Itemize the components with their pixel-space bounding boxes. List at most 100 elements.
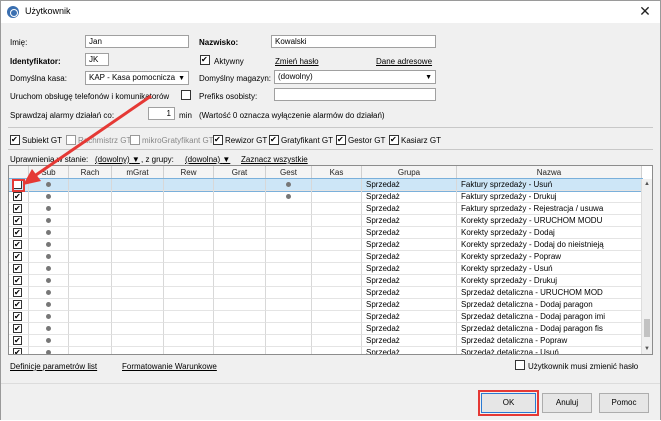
definicje-link[interactable]: Definicje parametrów list [10, 362, 97, 371]
aktywny-checkbox[interactable] [200, 55, 210, 65]
zmien-haslo-link[interactable]: Zmień hasło [275, 57, 319, 66]
zaznacz-wszystkie-link[interactable]: Zaznacz wszystkie [241, 155, 308, 164]
empty-cell [214, 179, 266, 191]
grupa-dropdown[interactable]: (dowolna) ▼ [185, 155, 230, 164]
domyslna-kasa-value: KAP - Kasa pomocnicza [89, 73, 176, 82]
row-checkbox[interactable] [13, 323, 22, 334]
col-header-check[interactable] [9, 166, 29, 179]
ok-button[interactable]: OK [481, 393, 536, 413]
table-row[interactable]: SprzedażSprzedaż detaliczna - Dodaj para… [9, 299, 642, 311]
table-row[interactable]: SprzedażSprzedaż detaliczna - URUCHOM MO… [9, 287, 642, 299]
empty-cell [164, 215, 214, 227]
table-row[interactable]: SprzedażSprzedaż detaliczna - Usuń [9, 347, 642, 354]
row-checkbox[interactable] [13, 347, 22, 354]
musi-zmienic-label: Użytkownik musi zmienić hasło [528, 362, 639, 371]
col-header-grat[interactable]: Grat [214, 166, 266, 179]
module-checkbox-gestor[interactable] [336, 135, 346, 145]
table-row[interactable]: SprzedażKorekty sprzedaży - Usuń [9, 263, 642, 275]
domyslny-magazyn-select[interactable]: (dowolny) ▼ [274, 70, 436, 84]
close-icon[interactable]: ✕ [634, 3, 656, 20]
col-header-rew[interactable]: Rew [164, 166, 214, 179]
row-checkbox[interactable] [13, 275, 22, 286]
col-header-gest[interactable]: Gest [266, 166, 312, 179]
sub-cell [29, 179, 69, 191]
chevron-down-icon: ▼ [425, 74, 432, 81]
col-header-nazwa[interactable]: Nazwa [457, 166, 642, 179]
stan-dropdown[interactable]: (dowolny) ▼ [95, 155, 140, 164]
title-bar: Użytkownik ✕ [1, 1, 660, 23]
empty-cell [112, 239, 164, 251]
row-checkbox[interactable] [13, 311, 22, 322]
dot-icon [46, 182, 51, 188]
scroll-thumb[interactable] [644, 319, 650, 337]
empty-cell [164, 323, 214, 335]
empty-cell [164, 311, 214, 323]
stan-value: (dowolny) [95, 155, 130, 164]
domyslna-kasa-select[interactable]: KAP - Kasa pomocnicza ▼ [85, 71, 189, 85]
table-row[interactable]: SprzedażKorekty sprzedaży - Dodaj do nie… [9, 239, 642, 251]
module-checkbox-rewizor[interactable] [213, 135, 223, 145]
sub-cell [29, 227, 69, 239]
row-checkbox[interactable] [13, 335, 22, 346]
empty-cell [164, 179, 214, 191]
row-checkbox[interactable] [13, 215, 22, 226]
scroll-up-icon[interactable]: ▲ [642, 179, 652, 189]
grid-scrollbar[interactable]: ▲ ▼ [641, 179, 652, 354]
scroll-down-icon[interactable]: ▼ [642, 344, 652, 354]
empty-cell [214, 287, 266, 299]
table-row[interactable]: Sprzedaż Faktury sprzedaży - Usuń [9, 178, 643, 192]
empty-cell [69, 323, 112, 335]
row-checkbox[interactable] [13, 239, 22, 250]
grid-header: Sub Rach mGrat Rew Grat Gest Kas Grupa N… [9, 166, 642, 179]
grupa-cell: Sprzedaż [362, 347, 457, 354]
table-row[interactable]: SprzedażFaktury sprzedaży - Rejestracja … [9, 203, 642, 215]
row-check-cell [9, 347, 29, 354]
table-row[interactable]: SprzedażFaktury sprzedaży - Drukuj [9, 191, 642, 203]
row-checkbox[interactable] [13, 287, 22, 298]
formatowanie-link[interactable]: Formatowanie Warunkowe [122, 362, 217, 371]
row-checkbox[interactable] [13, 227, 22, 238]
table-row[interactable]: SprzedażSprzedaż detaliczna - Dodaj para… [9, 323, 642, 335]
dot-icon [46, 314, 51, 320]
table-row[interactable]: SprzedażSprzedaż detaliczna - Dodaj para… [9, 311, 642, 323]
row-checkbox[interactable] [13, 251, 22, 262]
pomoc-button[interactable]: Pomoc [599, 393, 649, 413]
table-row[interactable]: SprzedażKorekty sprzedaży - Dodaj [9, 227, 642, 239]
col-header-kas[interactable]: Kas [312, 166, 362, 179]
alarmy-unit: min [179, 111, 192, 120]
grupa-cell: Sprzedaż [362, 263, 457, 275]
nazwisko-field[interactable]: Kowalski [271, 35, 436, 48]
musi-zmienic-checkbox[interactable] [515, 360, 525, 370]
module-label-kasiarz: Kasiarz GT [401, 136, 442, 145]
empty-cell [69, 347, 112, 354]
alarmy-field[interactable]: 1 [148, 107, 175, 120]
module-checkbox-gratyfikant[interactable] [269, 135, 279, 145]
row-checkbox[interactable] [13, 191, 22, 202]
grupa-cell: Sprzedaż [362, 311, 457, 323]
row-checkbox[interactable] [13, 299, 22, 310]
module-checkbox-subiekt[interactable] [10, 135, 20, 145]
permissions-grid: Sub Rach mGrat Rew Grat Gest Kas Grupa N… [8, 165, 653, 355]
row-checkbox[interactable] [13, 263, 22, 274]
imie-field[interactable]: Jan [85, 35, 189, 48]
col-header-rach[interactable]: Rach [69, 166, 112, 179]
col-header-mgrat[interactable]: mGrat [112, 166, 164, 179]
empty-cell [112, 251, 164, 263]
table-row[interactable]: SprzedażKorekty sprzedaży - Drukuj [9, 275, 642, 287]
table-row[interactable]: SprzedażSprzedaż detaliczna - Popraw [9, 335, 642, 347]
col-header-sub[interactable]: Sub [29, 166, 69, 179]
domyslny-magazyn-value: (dowolny) [278, 72, 313, 81]
table-row[interactable]: SprzedażKorekty sprzedaży - Popraw [9, 251, 642, 263]
prefiks-field[interactable] [274, 88, 436, 101]
sub-cell [29, 203, 69, 215]
dane-adresowe-link[interactable]: Dane adresowe [376, 57, 432, 66]
row-checkbox[interactable] [13, 203, 22, 214]
col-header-grupa[interactable]: Grupa [362, 166, 457, 179]
uruchom-checkbox[interactable] [181, 90, 191, 100]
anuluj-button[interactable]: Anuluj [542, 393, 592, 413]
row-check-cell [9, 239, 29, 251]
table-row[interactable]: SprzedażKorekty sprzedaży - URUCHOM MODU [9, 215, 642, 227]
row-checkbox[interactable] [13, 180, 22, 189]
identyfikator-field[interactable]: JK [85, 53, 109, 66]
module-checkbox-kasiarz[interactable] [389, 135, 399, 145]
